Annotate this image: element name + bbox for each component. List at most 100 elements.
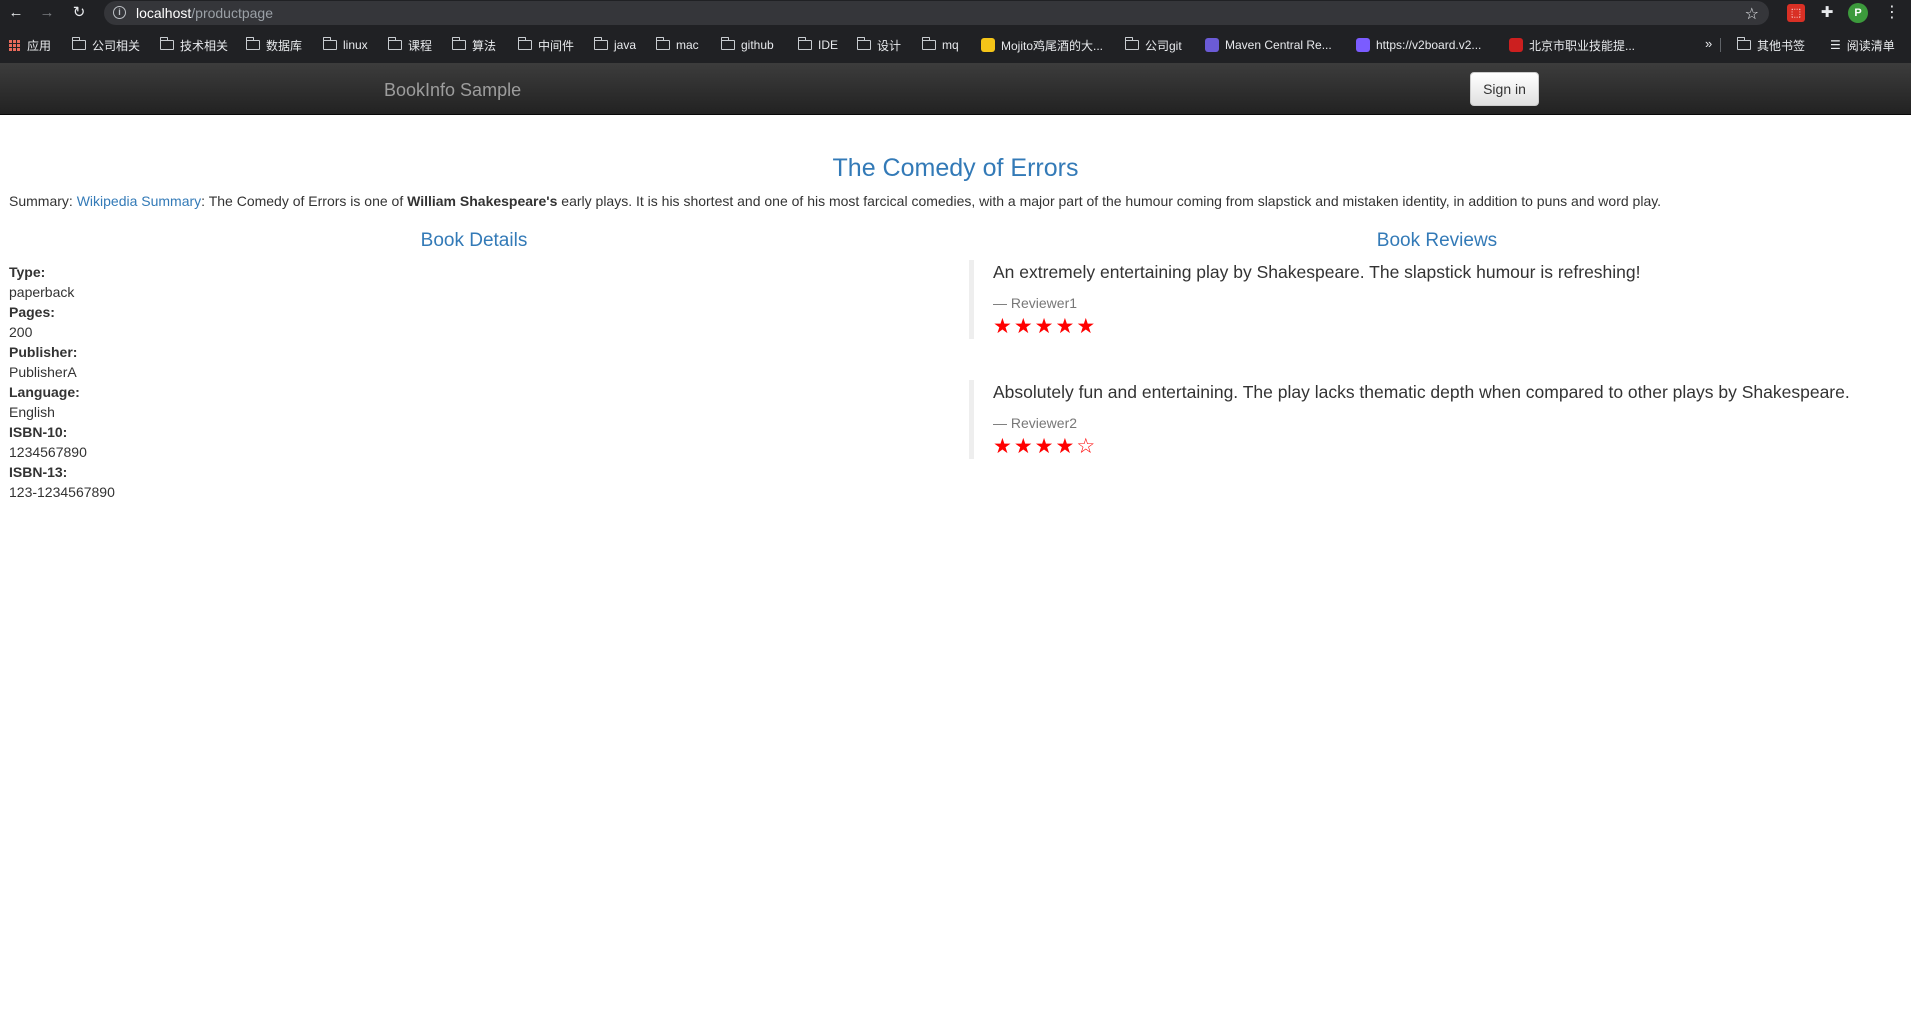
detail-label-type: Type: — [9, 264, 46, 280]
bookmark-label: Mojito鸡尾酒的大... — [1001, 38, 1104, 53]
bookmark-label: 应用 — [27, 38, 52, 53]
profile-avatar[interactable]: P — [1848, 3, 1868, 23]
bookmark-star-icon[interactable]: ☆ — [1745, 3, 1759, 27]
star-filled-icon: ★ — [1055, 315, 1075, 338]
bookmarks-divider — [1720, 38, 1721, 52]
browser-menu-icon[interactable]: ⋮ — [1884, 3, 1900, 23]
bookmark-label: 数据库 — [266, 38, 303, 53]
summary-author: William Shakespeare's — [407, 193, 558, 209]
detail-value-isbn10: 1234567890 — [9, 444, 87, 460]
bookmark-item[interactable]: 应用 — [9, 36, 51, 54]
forward-arrow-icon[interactable]: → — [37, 3, 57, 23]
review-1: An extremely entertaining play by Shakes… — [969, 260, 1889, 339]
site-info-icon[interactable]: i — [113, 6, 126, 19]
address-bar[interactable]: i localhost/productpage ☆ — [104, 1, 1769, 25]
folder-icon — [797, 37, 812, 50]
bookmark-item[interactable]: 北京市职业技能提... — [1509, 36, 1635, 54]
bookmark-label: IDE — [818, 38, 839, 52]
bookmark-item[interactable]: 中间件 — [517, 36, 574, 54]
bookmark-item[interactable]: Maven Central Re... — [1205, 36, 1332, 54]
folder-icon — [387, 37, 402, 50]
bookmark-item[interactable]: Mojito鸡尾酒的大... — [981, 36, 1103, 54]
bookmark-item[interactable]: 课程 — [387, 36, 433, 54]
url-host: localhost — [136, 5, 192, 21]
bookmark-item[interactable]: mac — [655, 36, 699, 54]
bookmark-label: 北京市职业技能提... — [1529, 38, 1636, 53]
star-filled-icon: ★ — [1055, 435, 1075, 458]
folder-icon — [71, 37, 86, 50]
folder-icon — [720, 37, 735, 50]
reviewer-name: — Reviewer2 — [993, 415, 1078, 431]
bookmarks-bar: » 其他书签 ☰ 阅读清单 应用 公司相关 技术相关 数据库 linux 课程 算法 中间件 ja… — [0, 26, 1911, 64]
detail-label-isbn13: ISBN-13: — [9, 464, 68, 480]
bookmark-item[interactable]: IDE — [797, 36, 839, 54]
bookmark-item[interactable]: linux — [322, 36, 368, 54]
summary-mid: : The Comedy of Errors is one of — [201, 193, 408, 209]
review-text: An extremely entertaining play by Shakes… — [993, 262, 1641, 282]
bookmark-label: 课程 — [408, 38, 433, 53]
url-path: /productpage — [191, 5, 273, 21]
detail-label-language: Language: — [9, 384, 80, 400]
bookmark-item[interactable]: 技术相关 — [159, 36, 229, 54]
star-filled-icon: ★ — [993, 435, 1012, 458]
bookmark-item[interactable]: https://v2board.v2... — [1356, 36, 1481, 54]
detail-value-pages: 200 — [9, 324, 33, 340]
bookmark-label: 公司相关 — [92, 38, 141, 53]
detail-label-publisher: Publisher: — [9, 344, 78, 360]
bookmark-other[interactable]: 其他书签 — [1736, 36, 1805, 54]
url-text[interactable]: localhost/productpage — [136, 5, 273, 21]
bookmark-item[interactable]: java — [593, 36, 636, 54]
bookmark-item[interactable]: 算法 — [451, 36, 497, 54]
detail-label-isbn10: ISBN-10: — [9, 424, 68, 440]
reviewer-name: — Reviewer1 — [993, 295, 1078, 311]
star-filled-icon: ★ — [1034, 435, 1054, 458]
star-filled-icon: ★ — [1013, 435, 1033, 458]
book-reviews-heading: Book Reviews — [1376, 230, 1498, 251]
bookmark-item[interactable]: 设计 — [856, 36, 902, 54]
back-arrow-icon[interactable]: ← — [6, 3, 26, 23]
bookmark-label: Maven Central Re... — [1225, 38, 1332, 52]
book-summary: Summary: Wikipedia Summary: The Comedy o… — [9, 193, 1661, 209]
bookmark-label: 设计 — [877, 38, 902, 53]
favicon-icon — [981, 38, 995, 52]
bookmark-item[interactable]: 公司git — [1124, 36, 1182, 54]
folder-icon — [159, 37, 174, 50]
bookmarks-overflow-icon[interactable]: » — [1705, 36, 1712, 51]
folder-icon — [517, 37, 532, 50]
bookmark-item[interactable]: github — [720, 36, 774, 54]
bookmark-item[interactable]: 数据库 — [245, 36, 303, 54]
review-2: Absolutely fun and entertaining. The pla… — [969, 380, 1889, 459]
favicon-icon — [1356, 38, 1370, 52]
reload-icon[interactable]: ↻ — [69, 3, 89, 23]
bookmark-label: github — [741, 38, 774, 52]
folder-icon — [451, 37, 466, 50]
sign-in-button[interactable]: Sign in — [1470, 72, 1539, 106]
book-title: The Comedy of Errors — [832, 154, 1079, 182]
summary-rest: early plays. It is his shortest and one … — [557, 193, 1662, 209]
detail-value-language: English — [9, 404, 55, 420]
bookmark-label: linux — [343, 38, 368, 52]
folder-icon — [655, 37, 670, 50]
favicon-icon — [1205, 38, 1219, 52]
wikipedia-summary-link[interactable]: Wikipedia Summary — [77, 193, 201, 209]
navbar-brand[interactable]: BookInfo Sample — [384, 80, 521, 101]
folder-icon — [593, 37, 608, 50]
bookmark-label: 技术相关 — [180, 38, 229, 53]
bookmark-label: https://v2board.v2... — [1376, 38, 1482, 52]
folder-icon — [245, 37, 260, 50]
bookmark-item[interactable]: mq — [921, 36, 959, 54]
star-rating: ★ ★ ★ ★ ★ — [993, 315, 1889, 339]
bookmark-label: 阅读清单 — [1846, 38, 1895, 53]
bookmark-item[interactable]: 公司相关 — [71, 36, 141, 54]
apps-grid-icon — [9, 39, 20, 51]
star-filled-icon: ★ — [1013, 315, 1033, 338]
extensions-puzzle-icon[interactable]: ✚ — [1818, 4, 1836, 22]
folder-icon — [921, 37, 936, 50]
extension-icon[interactable]: ⬚ — [1787, 4, 1805, 22]
bookmark-reading-list[interactable]: ☰ 阅读清单 — [1830, 36, 1895, 54]
bookmark-label: 算法 — [472, 38, 497, 53]
browser-toolbar: ← → ↻ i localhost/productpage ☆ ⬚ ✚ P ⋮ — [0, 0, 1911, 26]
app-navbar: BookInfo Sample Sign in — [0, 64, 1911, 115]
bookmark-label: mq — [942, 38, 959, 52]
star-rating: ★ ★ ★ ★ ☆ — [993, 435, 1889, 459]
